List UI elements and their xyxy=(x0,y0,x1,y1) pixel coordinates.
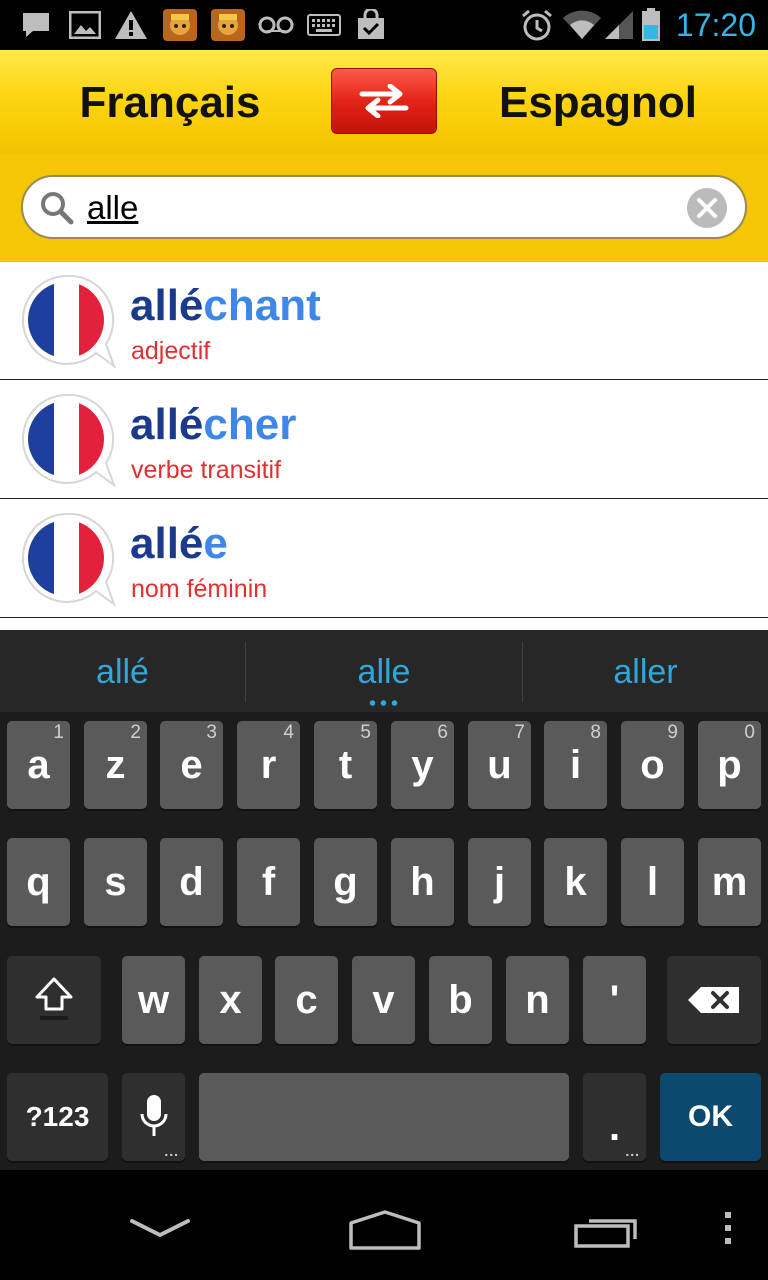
key[interactable]: v xyxy=(352,956,415,1044)
home-button[interactable] xyxy=(340,1208,430,1252)
key[interactable]: n xyxy=(506,956,569,1044)
results-list: alléchant adjectif allécher verbe transi… xyxy=(0,262,768,630)
entry-word: alléchant xyxy=(130,281,321,330)
swap-arrows-icon xyxy=(359,84,409,118)
list-item[interactable]: allécher verbe transitif xyxy=(0,381,768,499)
key[interactable]: q xyxy=(7,838,70,926)
key[interactable]: d xyxy=(160,838,223,926)
list-item[interactable]: allée nom féminin xyxy=(0,500,768,618)
key[interactable]: c xyxy=(275,956,338,1044)
list-item[interactable] xyxy=(0,619,768,630)
menu-button[interactable] xyxy=(716,1208,740,1248)
entry-word: allée xyxy=(130,519,228,568)
list-item[interactable]: alléchant adjectif xyxy=(0,262,768,380)
navigation-bar xyxy=(0,1170,768,1280)
search-input[interactable] xyxy=(87,185,667,231)
key[interactable]: l xyxy=(621,838,684,926)
part-of-speech: verbe transitif xyxy=(131,456,282,484)
symbols-key[interactable]: ?123 xyxy=(7,1073,108,1161)
wifi-icon xyxy=(562,8,602,42)
message-icon xyxy=(20,8,52,42)
flag-france-icon xyxy=(21,393,117,488)
key[interactable]: b xyxy=(429,956,492,1044)
key[interactable]: s xyxy=(84,838,147,926)
backspace-key[interactable] xyxy=(667,956,761,1044)
shift-key[interactable] xyxy=(7,956,101,1044)
key[interactable]: o9 xyxy=(621,721,684,809)
swap-languages-button[interactable] xyxy=(331,68,437,134)
key[interactable]: u7 xyxy=(468,721,531,809)
recents-icon xyxy=(574,1219,637,1248)
soft-keyboard: allé alle aller a1 z2 e3 r4 t5 y6 u7 i8 … xyxy=(0,630,768,1170)
target-language[interactable]: Espagnol xyxy=(428,76,768,130)
key[interactable]: z2 xyxy=(84,721,147,809)
game-icon xyxy=(210,8,246,42)
key[interactable]: p0 xyxy=(698,721,761,809)
key[interactable]: e3 xyxy=(160,721,223,809)
alarm-icon xyxy=(520,8,554,42)
battery-icon xyxy=(640,8,662,42)
period-key[interactable]: . ... xyxy=(583,1073,646,1161)
game-icon xyxy=(162,8,198,42)
language-header: Français Espagnol xyxy=(0,50,768,154)
search-box[interactable] xyxy=(21,175,747,239)
signal-icon xyxy=(604,8,634,42)
clear-icon xyxy=(697,198,717,218)
clear-button[interactable] xyxy=(687,188,727,228)
flag-france-icon xyxy=(21,274,117,369)
key[interactable]: x xyxy=(199,956,262,1044)
microphone-icon xyxy=(140,1095,167,1136)
image-icon xyxy=(68,8,102,42)
key[interactable]: k xyxy=(544,838,607,926)
key[interactable]: f xyxy=(237,838,300,926)
key[interactable]: a1 xyxy=(7,721,70,809)
keyboard-icon xyxy=(306,8,342,42)
key[interactable]: r4 xyxy=(237,721,300,809)
suggestion-strip: allé alle aller xyxy=(0,630,768,712)
suggestion[interactable]: aller xyxy=(523,630,768,712)
voice-input-key[interactable]: ... xyxy=(122,1073,185,1161)
suggestion[interactable]: allé xyxy=(0,630,245,712)
search-bar xyxy=(0,154,768,262)
entry-word: allécher xyxy=(130,400,297,449)
source-language[interactable]: Français xyxy=(0,76,340,130)
ok-key[interactable]: OK xyxy=(660,1073,761,1161)
recents-button[interactable] xyxy=(566,1208,650,1252)
backspace-icon xyxy=(688,987,739,1013)
more-suggestions-indicator xyxy=(367,700,401,706)
hide-keyboard-icon xyxy=(130,1219,190,1237)
key[interactable]: ' xyxy=(583,956,646,1044)
home-icon xyxy=(349,1210,421,1250)
key[interactable]: g xyxy=(314,838,377,926)
key[interactable]: t5 xyxy=(314,721,377,809)
key[interactable]: i8 xyxy=(544,721,607,809)
flag-france-icon xyxy=(21,512,117,607)
search-icon xyxy=(41,192,74,225)
menu-icon xyxy=(725,1212,731,1244)
space-key[interactable] xyxy=(199,1073,569,1161)
key[interactable]: h xyxy=(391,838,454,926)
part-of-speech: adjectif xyxy=(131,337,211,365)
status-bar: 17:20 xyxy=(0,0,768,50)
clock: 17:20 xyxy=(675,7,756,43)
hide-keyboard-button[interactable] xyxy=(120,1208,200,1248)
key[interactable]: m xyxy=(698,838,761,926)
part-of-speech: nom féminin xyxy=(131,575,268,603)
key[interactable]: j xyxy=(468,838,531,926)
key[interactable]: y6 xyxy=(391,721,454,809)
shopping-bag-icon xyxy=(354,8,388,42)
voicemail-icon xyxy=(258,8,294,42)
key[interactable]: w xyxy=(122,956,185,1044)
warning-icon xyxy=(114,8,148,42)
shift-icon xyxy=(35,977,73,1020)
